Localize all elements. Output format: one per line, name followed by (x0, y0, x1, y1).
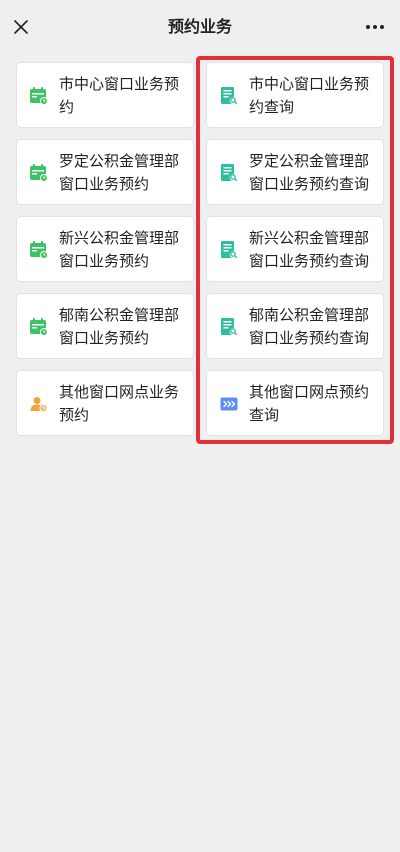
service-card-label: 郁南公积金管理部窗口业务预约查询 (249, 306, 370, 347)
service-card-xinxing-appointment[interactable]: 新兴公积金管理部窗口业务预约 (16, 216, 194, 282)
calendar-icon (30, 241, 48, 259)
document-search-icon (221, 164, 238, 182)
service-card-label: 郁南公积金管理部窗口业务预约 (59, 306, 180, 347)
page-title: 预约业务 (167, 17, 232, 36)
service-card-yunan-appointment[interactable]: 郁南公积金管理部窗口业务预约 (16, 293, 194, 359)
service-card-label: 新兴公积金管理部窗口业务预约查询 (249, 229, 370, 270)
service-card-downtown-query[interactable]: 市中心窗口业务预约查询 (206, 62, 384, 128)
service-card-xinxing-query[interactable]: 新兴公积金管理部窗口业务预约查询 (206, 216, 384, 282)
calendar-icon (30, 164, 48, 182)
calendar-icon (30, 318, 48, 336)
appointment-column: 市中心窗口业务预约 罗定公积金管理部窗口业务预约 新兴公积金管理部窗口业务预约 (16, 62, 194, 447)
appointment-query-column: 市中心窗口业务预约查询 罗定公积金管理部窗口业务预约查询 新兴公积金管理部窗口业… (206, 62, 384, 447)
service-card-label: 罗定公积金管理部窗口业务预约查询 (249, 152, 370, 193)
service-card-label: 市中心窗口业务预约查询 (249, 75, 370, 116)
document-search-icon (221, 241, 238, 259)
more-dots-icon (366, 25, 384, 29)
service-card-luoding-appointment[interactable]: 罗定公积金管理部窗口业务预约 (16, 139, 194, 205)
document-search-icon (221, 318, 238, 336)
calendar-icon (30, 87, 48, 105)
appointment-icon (30, 397, 48, 412)
service-card-luoding-query[interactable]: 罗定公积金管理部窗口业务预约查询 (206, 139, 384, 205)
service-card-label: 新兴公积金管理部窗口业务预约 (59, 229, 180, 270)
more-menu-button[interactable] (360, 12, 390, 42)
document-search-icon (221, 87, 238, 105)
service-card-label: 市中心窗口业务预约 (59, 75, 180, 116)
service-card-downtown-appointment[interactable]: 市中心窗口业务预约 (16, 62, 194, 128)
service-card-label: 罗定公积金管理部窗口业务预约 (59, 152, 180, 193)
card-forward-icon (220, 397, 238, 411)
service-card-other-appointment[interactable]: 其他窗口网点业务预约 (16, 370, 194, 436)
service-card-label: 其他窗口网点业务预约 (59, 383, 180, 424)
service-card-yunan-query[interactable]: 郁南公积金管理部窗口业务预约查询 (206, 293, 384, 359)
top-nav-bar: 预约业务 (0, 0, 400, 54)
service-card-other-query[interactable]: 其他窗口网点预约查询 (206, 370, 384, 436)
service-card-label: 其他窗口网点预约查询 (249, 383, 370, 424)
